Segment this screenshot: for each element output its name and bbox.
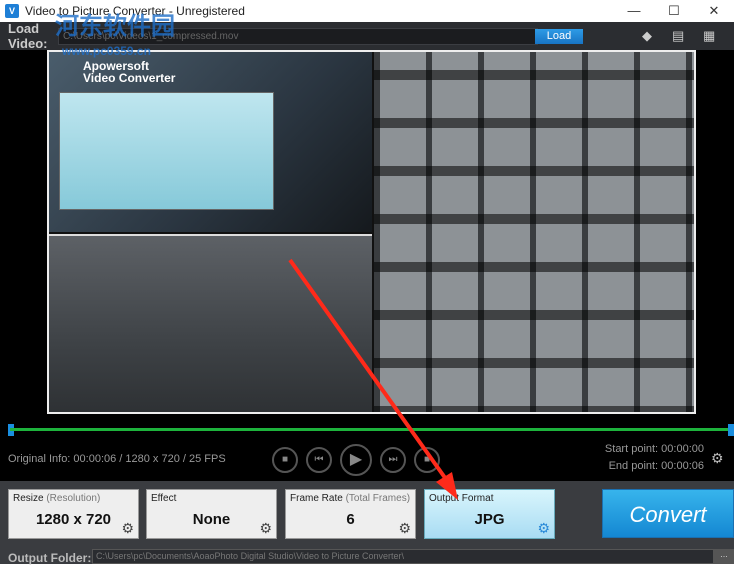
snapshot-button[interactable]: ■	[414, 447, 440, 473]
load-video-label: Load Video:	[8, 21, 48, 51]
gear-icon[interactable]: ⚙	[537, 520, 550, 537]
card-label: Effect	[151, 493, 177, 504]
chat-icon[interactable]: ▤	[672, 28, 684, 44]
register-icon[interactable]: ▦	[703, 28, 715, 44]
gear-icon[interactable]: ⚙	[398, 520, 411, 537]
output-folder-label: Output Folder:	[8, 551, 92, 565]
effect-card[interactable]: Effect None ⚙	[146, 489, 277, 539]
watermark: 河东软件园	[55, 11, 175, 40]
app-icon: V	[5, 4, 19, 18]
resize-card[interactable]: Resize (Resolution) 1280 x 720 ⚙	[8, 489, 139, 539]
minimize-button[interactable]: —	[614, 0, 654, 22]
gear-icon[interactable]: ⚙	[711, 450, 724, 467]
video-frame-desk	[49, 234, 372, 412]
convert-button[interactable]: Convert	[602, 489, 734, 538]
card-label: Output Format	[429, 493, 494, 504]
watermark-url: www.pc0359.cn	[62, 44, 151, 58]
timeline-end-handle[interactable]	[728, 424, 734, 436]
original-info: Original Info: 00:00:06 / 1280 x 720 / 2…	[8, 453, 226, 465]
end-point: End point: 00:00:06	[608, 460, 704, 472]
timeline-slider[interactable]	[10, 428, 730, 431]
tag-icon[interactable]: ◆	[642, 28, 652, 44]
frame-rate-value: 6	[346, 511, 355, 528]
card-label: Resize	[13, 493, 44, 504]
app-body: Load Video: C:\Users\pc\Videos\1_compres…	[0, 21, 734, 565]
play-button[interactable]: ▶	[340, 444, 372, 476]
video-preview: Apowersoft Video Converter	[47, 50, 696, 414]
next-frame-button[interactable]: ⏭	[380, 447, 406, 473]
gear-icon[interactable]: ⚙	[121, 520, 134, 537]
card-sublabel: (Resolution)	[43, 493, 101, 504]
resize-value: 1280 x 720	[35, 511, 112, 528]
start-point: Start point: 00:00:00	[604, 443, 704, 455]
frame-rate-card[interactable]: Frame Rate (Total Frames) 6 ⚙	[285, 489, 416, 539]
video-frame-keyboard	[374, 52, 694, 412]
brand-text: Video Converter	[83, 71, 176, 85]
gear-icon[interactable]: ⚙	[259, 520, 272, 537]
browse-button[interactable]: ...	[714, 549, 734, 564]
load-button[interactable]: Load	[535, 29, 583, 44]
card-sublabel: (Total Frames)	[342, 493, 411, 504]
output-folder-input[interactable]: C:\Users\pc\Documents\AoaoPhoto Digital …	[92, 549, 714, 564]
close-button[interactable]: ✕	[694, 0, 734, 22]
video-frame-screen: Apowersoft Video Converter	[49, 52, 372, 232]
screen-window	[59, 92, 274, 210]
effect-value: None	[192, 511, 231, 528]
settings-panel: Resize (Resolution) 1280 x 720 ⚙ Effect …	[0, 481, 734, 565]
output-format-card[interactable]: Output Format JPG ⚙	[424, 489, 555, 539]
previous-frame-button[interactable]: ⏮	[306, 447, 332, 473]
card-label: Frame Rate	[290, 493, 343, 504]
maximize-button[interactable]: ☐	[654, 0, 694, 22]
output-format-value: JPG	[474, 511, 505, 528]
stop-button[interactable]: ■	[272, 447, 298, 473]
